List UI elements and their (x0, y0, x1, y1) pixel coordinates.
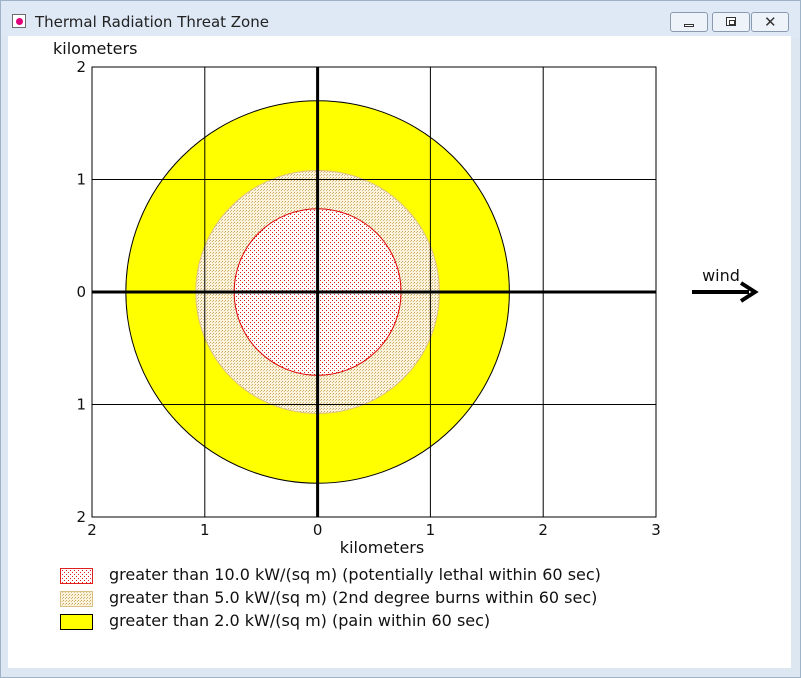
y-axis-label: kilometers (53, 39, 137, 58)
wind-label: wind (702, 266, 740, 285)
y-tick-label: 0 (76, 283, 86, 301)
x-tick-label: 2 (538, 521, 548, 539)
legend-label-burns: greater than 5.0 kW/(sq m) (2nd degree b… (109, 588, 598, 607)
x-tick-label: 1 (200, 521, 210, 539)
wind-arrow-icon (692, 281, 759, 303)
legend-swatch-lethal (60, 568, 93, 584)
y-tick-label: 1 (76, 171, 86, 189)
legend-label-pain: greater than 2.0 kW/(sq m) (pain within … (109, 611, 491, 630)
legend-swatch-burns (60, 591, 93, 607)
x-tick-label: 0 (313, 521, 323, 539)
y-tick-label: 2 (76, 508, 86, 526)
legend-label-lethal: greater than 10.0 kW/(sq m) (potentially… (109, 565, 601, 584)
x-axis-label: kilometers (340, 538, 424, 557)
legend-swatch-pain (60, 614, 93, 630)
x-tick-label: 2 (87, 521, 97, 539)
x-tick-label: 1 (426, 521, 436, 539)
x-tick-label: 3 (651, 521, 661, 539)
y-tick-label: 1 (76, 396, 86, 414)
y-tick-label: 2 (76, 58, 86, 76)
